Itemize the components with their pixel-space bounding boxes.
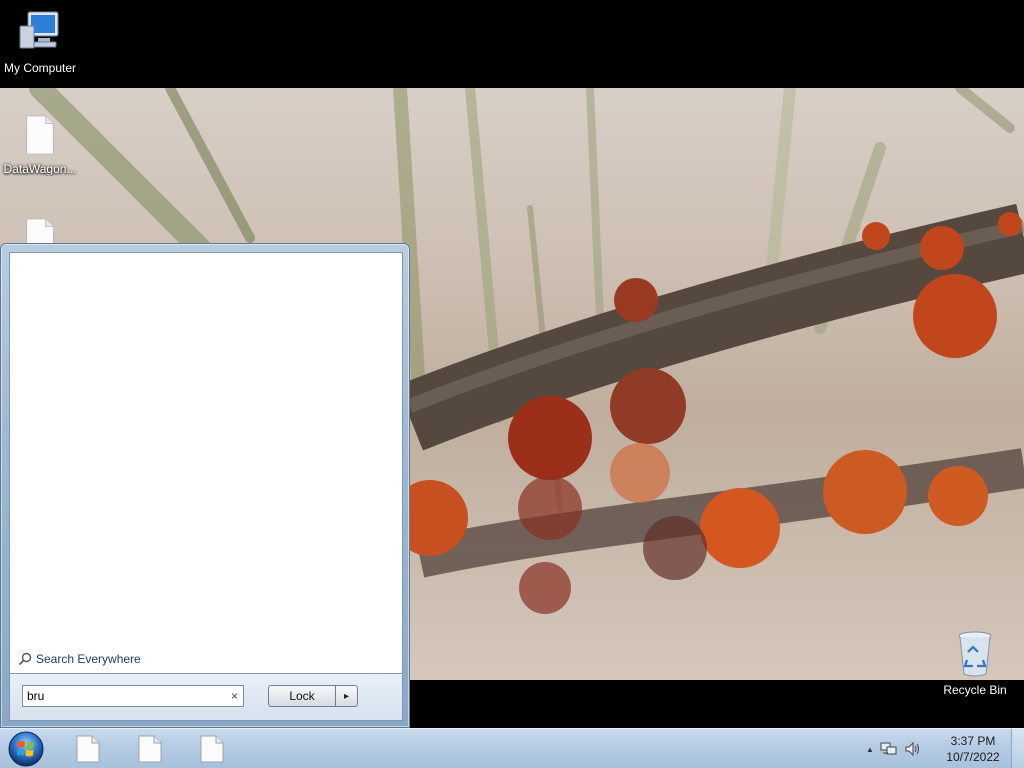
start-button[interactable] [6,730,46,768]
start-menu: Search Everywhere × Lock ▸ [0,243,410,728]
clear-search-icon[interactable]: × [231,689,238,703]
start-menu-bottom-strip: × Lock ▸ [9,674,403,721]
taskbar-item-document[interactable] [126,732,174,766]
desktop-icon-datawagon[interactable]: DataWagon... [0,115,80,176]
document-icon [26,115,54,155]
search-icon [18,652,32,666]
lock-options-arrow[interactable]: ▸ [336,685,358,707]
desktop-icon-label: My Computer [3,61,77,75]
taskbar-item-document[interactable] [188,732,236,766]
clock-time: 3:37 PM [950,734,996,748]
document-icon [76,735,100,763]
taskbar-clock[interactable]: 3:37 PM 10/7/2022 [940,733,1006,765]
network-icon[interactable] [880,741,898,757]
recycle-bin-icon [958,631,992,677]
taskbar-item-document[interactable] [64,732,112,766]
lock-button[interactable]: Lock [268,685,336,707]
lock-button-group: Lock ▸ [268,685,358,707]
document-icon [200,735,224,763]
clock-date: 10/7/2022 [946,750,1000,764]
volume-icon[interactable] [904,741,922,757]
start-search-input[interactable] [27,689,217,703]
desktop-icon-label: Recycle Bin [943,683,1007,697]
chevron-right-icon: ▸ [343,690,350,702]
desktop-icon-my-computer[interactable]: My Computer [0,8,80,75]
show-hidden-icons-button[interactable]: ▲ [866,745,874,754]
document-icon [138,735,162,763]
notification-area: ▲ [866,729,922,768]
show-desktop-button[interactable] [1011,729,1024,768]
taskbar: ▲ 3:37 PM 10/7/2022 [0,728,1024,768]
start-menu-programs-pane: Search Everywhere [9,252,403,674]
start-search-box[interactable]: × [22,685,244,707]
search-everywhere-label: Search Everywhere [36,652,141,666]
desktop-icon-label: DataWagon... [3,162,77,176]
computer-icon [19,11,59,49]
search-everywhere-link[interactable]: Search Everywhere [18,651,141,667]
windows-orb-icon [8,731,44,767]
desktop-icon-recycle-bin[interactable]: Recycle Bin [935,630,1015,697]
